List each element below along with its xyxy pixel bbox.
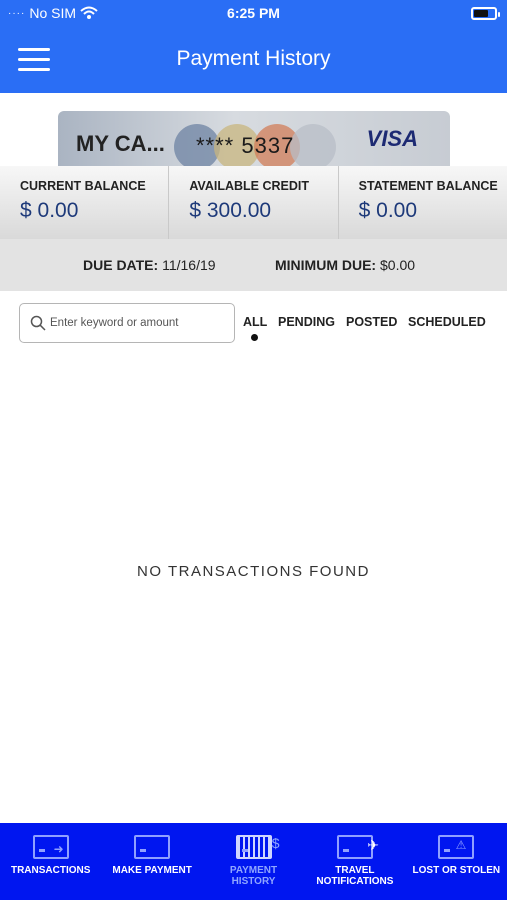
card-name: MY CA... xyxy=(76,131,165,156)
credit-card-image: MY CA... **** 5337 VISA xyxy=(58,111,450,166)
nav-travel-notifications[interactable]: ✈ TRAVEL NOTIFICATIONS xyxy=(304,823,405,900)
calendar-dollar-icon: $ xyxy=(235,835,280,859)
balance-label: CURRENT BALANCE xyxy=(20,179,146,193)
status-bar: ···· No SIM 6:25 PM xyxy=(0,0,507,26)
nav-payment-history[interactable]: $ PAYMENT HISTORY xyxy=(203,823,304,900)
balance-value: $ 0.00 xyxy=(358,199,418,222)
visa-logo: VISA xyxy=(366,126,418,151)
card-plane-icon: ✈ xyxy=(336,835,379,859)
filter-all[interactable]: ALL xyxy=(243,315,267,329)
nav-make-payment[interactable]: MAKE PAYMENT xyxy=(101,823,202,900)
card-icon xyxy=(134,835,171,859)
bottom-nav: ➜ TRANSACTIONS MAKE PAYMENT $ PAYMENT HI… xyxy=(0,823,507,900)
card-number: **** 5337 xyxy=(196,133,295,158)
nav-transactions[interactable]: ➜ TRANSACTIONS xyxy=(0,823,101,900)
balance-value: $ 300.00 xyxy=(189,199,272,222)
minimum-due-label: MINIMUM DUE: xyxy=(275,257,377,273)
statement-balance: STATEMENT BALANCE $ 0.00 xyxy=(337,166,507,239)
due-info-row: DUE DATE: 11/16/19 MINIMUM DUE: $0.00 xyxy=(0,239,507,291)
due-date-label: DUE DATE: xyxy=(83,257,159,273)
available-credit: AVAILABLE CREDIT $ 300.00 xyxy=(168,166,337,239)
empty-state-message: NO TRANSACTIONS FOUND xyxy=(137,563,370,580)
nav-lost-or-stolen[interactable]: ⚠ LOST OR STOLEN xyxy=(406,823,507,900)
status-time: 6:25 PM xyxy=(227,5,280,21)
nav-label: LOST OR STOLEN xyxy=(412,865,501,876)
minimum-due: MINIMUM DUE: $0.00 xyxy=(275,257,415,273)
filter-scheduled[interactable]: SCHEDULED xyxy=(408,315,486,329)
balance-label: STATEMENT BALANCE xyxy=(358,179,498,193)
card-arrow-icon: ➜ xyxy=(32,835,69,859)
battery-icon xyxy=(471,7,500,20)
due-date: DUE DATE: 11/16/19 xyxy=(83,257,216,273)
nav-label: TRANSACTIONS xyxy=(10,865,91,876)
selected-filter-indicator xyxy=(251,334,258,341)
minimum-due-value: $0.00 xyxy=(380,257,416,273)
filter-pending[interactable]: PENDING xyxy=(278,315,335,329)
balance-value: $ 0.00 xyxy=(20,199,79,222)
nav-label: MAKE PAYMENT xyxy=(112,865,192,876)
current-balance: CURRENT BALANCE $ 0.00 xyxy=(0,166,168,239)
nav-label: TRAVEL NOTIFICATIONS xyxy=(316,865,394,887)
balance-label: AVAILABLE CREDIT xyxy=(189,179,309,193)
app-header: Payment History xyxy=(0,34,507,84)
balances-panel: CURRENT BALANCE $ 0.00 AVAILABLE CREDIT … xyxy=(0,166,507,239)
page-title: Payment History xyxy=(176,47,331,70)
card-warning-icon: ⚠ xyxy=(438,835,475,859)
top-bar: ···· No SIM 6:25 PM Payment History xyxy=(0,0,507,93)
filter-posted[interactable]: POSTED xyxy=(346,315,397,329)
due-date-value: 11/16/19 xyxy=(162,257,216,273)
nav-label: PAYMENT HISTORY xyxy=(229,865,278,887)
card-pattern-circle xyxy=(290,124,336,166)
battery-fill xyxy=(474,10,488,17)
